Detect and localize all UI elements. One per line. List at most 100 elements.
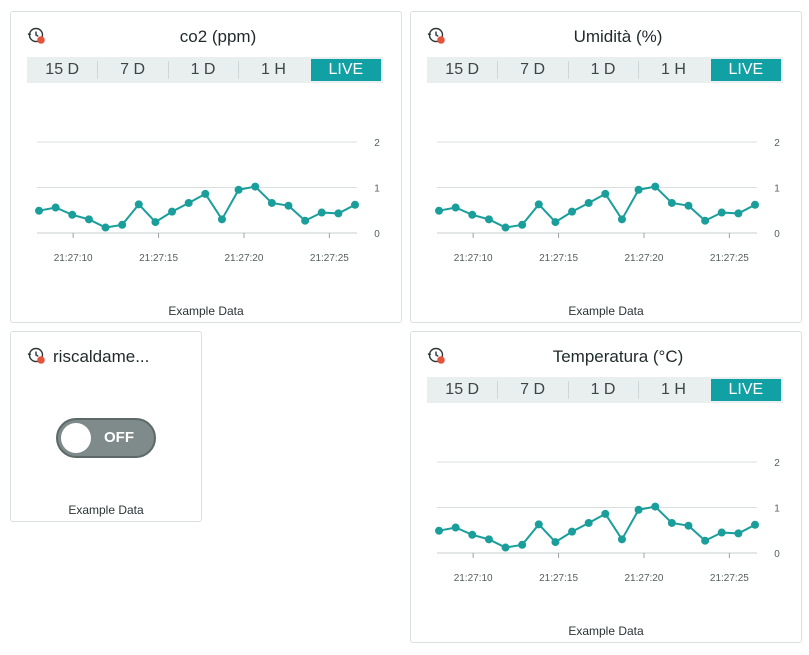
data-point (217, 215, 226, 224)
data-point (617, 535, 626, 544)
time-range-tabs: 15 D 7 D 1 D 1 H LIVE (427, 377, 783, 403)
switch-knob (61, 423, 91, 453)
switch-state-label: OFF (104, 429, 134, 446)
data-point (651, 502, 660, 511)
line-chart: 0 1 2 21:27:10 21:27:15 21:27:20 21:27:25 (35, 138, 380, 264)
data-point (134, 200, 143, 209)
data-point (634, 185, 643, 194)
data-point (284, 201, 293, 210)
tab-7d[interactable]: 7 D (497, 57, 567, 83)
line-chart: 0 1 2 21:27:10 21:27:15 21:27:20 21:27:25 (435, 138, 780, 264)
data-point (501, 223, 510, 232)
data-point (684, 521, 693, 530)
widget-riscaldamento: riscaldame... OFF Example Data (10, 331, 202, 522)
data-point (518, 220, 527, 229)
data-point (35, 206, 43, 215)
x-tick-label: 21:27:20 (625, 573, 664, 584)
history-clock-icon[interactable] (427, 346, 447, 366)
widget-co2: co2 (ppm) 15 D 7 D 1 D 1 H LIVE 0 1 2 21:27… (10, 11, 402, 323)
tab-15d[interactable]: 15 D (27, 57, 97, 83)
tab-7d[interactable]: 7 D (497, 377, 567, 403)
data-point (651, 182, 660, 191)
y-tick-label: 1 (774, 504, 780, 515)
x-tick-label: 21:27:10 (454, 253, 493, 264)
data-point (301, 216, 310, 225)
x-tick-label: 21:27:25 (310, 253, 349, 264)
widget-title: Temperatura (°C) (552, 347, 684, 366)
widget-caption: Example Data (68, 503, 144, 517)
tab-15d[interactable]: 15 D (427, 377, 497, 403)
x-tick-label: 21:27:25 (710, 573, 749, 584)
data-point (751, 520, 759, 529)
tab-live[interactable]: LIVE (310, 59, 382, 81)
data-point (351, 200, 359, 209)
data-point (551, 538, 560, 547)
x-tick-label: 21:27:20 (225, 253, 264, 264)
data-point (118, 220, 127, 229)
data-point (617, 215, 626, 224)
x-tick-label: 21:27:10 (54, 253, 93, 264)
widget-header: co2 (ppm) (11, 26, 401, 48)
data-point (534, 200, 543, 209)
data-point (184, 198, 193, 207)
x-tick-label: 21:27:15 (539, 253, 578, 264)
tab-1h[interactable]: 1 H (638, 57, 708, 83)
tab-7d[interactable]: 7 D (97, 57, 167, 83)
data-point (168, 207, 177, 216)
data-point (568, 527, 577, 536)
tab-live[interactable]: LIVE (710, 379, 782, 401)
tab-1h[interactable]: 1 H (638, 377, 708, 403)
widget-temperatura: Temperatura (°C) 15 D 7 D 1 D 1 H LIVE 0… (410, 331, 802, 643)
data-point (734, 529, 743, 538)
y-tick-label: 0 (774, 549, 780, 560)
y-tick-label: 1 (374, 184, 380, 195)
y-tick-label: 0 (774, 229, 780, 240)
tab-15d[interactable]: 15 D (427, 57, 497, 83)
history-clock-icon[interactable] (27, 346, 47, 366)
widget-caption: Example Data (568, 624, 644, 638)
data-point (734, 209, 743, 218)
data-point (468, 530, 477, 539)
data-point (667, 198, 676, 207)
tab-1h[interactable]: 1 H (238, 57, 308, 83)
tab-1d[interactable]: 1 D (567, 57, 638, 83)
tab-1d[interactable]: 1 D (167, 57, 238, 83)
widget-umidita: Umidità (%) 15 D 7 D 1 D 1 H LIVE 0 1 2 21:… (410, 11, 802, 323)
line-chart: 0 1 2 21:27:10 21:27:15 21:27:20 21:27:25 (435, 458, 780, 584)
data-point (601, 509, 610, 518)
data-point (84, 215, 93, 224)
heating-switch[interactable]: OFF (56, 418, 156, 458)
history-clock-icon[interactable] (427, 26, 447, 46)
data-point (451, 523, 460, 532)
data-point (684, 201, 693, 210)
x-tick-label: 21:27:10 (454, 573, 493, 584)
y-tick-label: 0 (374, 229, 380, 240)
widget-title: riscaldame... (53, 347, 150, 366)
widget-title: co2 (ppm) (179, 27, 257, 46)
data-point (751, 200, 759, 209)
widget-header: Umidità (%) (411, 26, 801, 48)
data-point (435, 526, 443, 535)
time-range-tabs: 15 D 7 D 1 D 1 H LIVE (427, 57, 783, 83)
widget-caption: Example Data (568, 304, 644, 318)
data-point (701, 536, 710, 545)
y-tick-label: 2 (774, 458, 780, 469)
data-point (435, 206, 443, 215)
tab-1d[interactable]: 1 D (567, 377, 638, 403)
widget-header: riscaldame... (11, 346, 201, 368)
x-tick-label: 21:27:15 (539, 573, 578, 584)
widget-header: Temperatura (°C) (411, 346, 801, 368)
y-tick-label: 2 (774, 138, 780, 149)
tab-live[interactable]: LIVE (710, 59, 782, 81)
data-point (717, 208, 726, 217)
data-point (451, 203, 460, 212)
data-point (584, 518, 593, 527)
widget-caption: Example Data (168, 304, 244, 318)
data-point (534, 520, 543, 529)
data-point (701, 216, 710, 225)
x-tick-label: 21:27:15 (139, 253, 178, 264)
data-point (518, 540, 527, 549)
history-clock-icon[interactable] (27, 26, 47, 46)
data-point (151, 218, 160, 227)
data-point (234, 185, 243, 194)
